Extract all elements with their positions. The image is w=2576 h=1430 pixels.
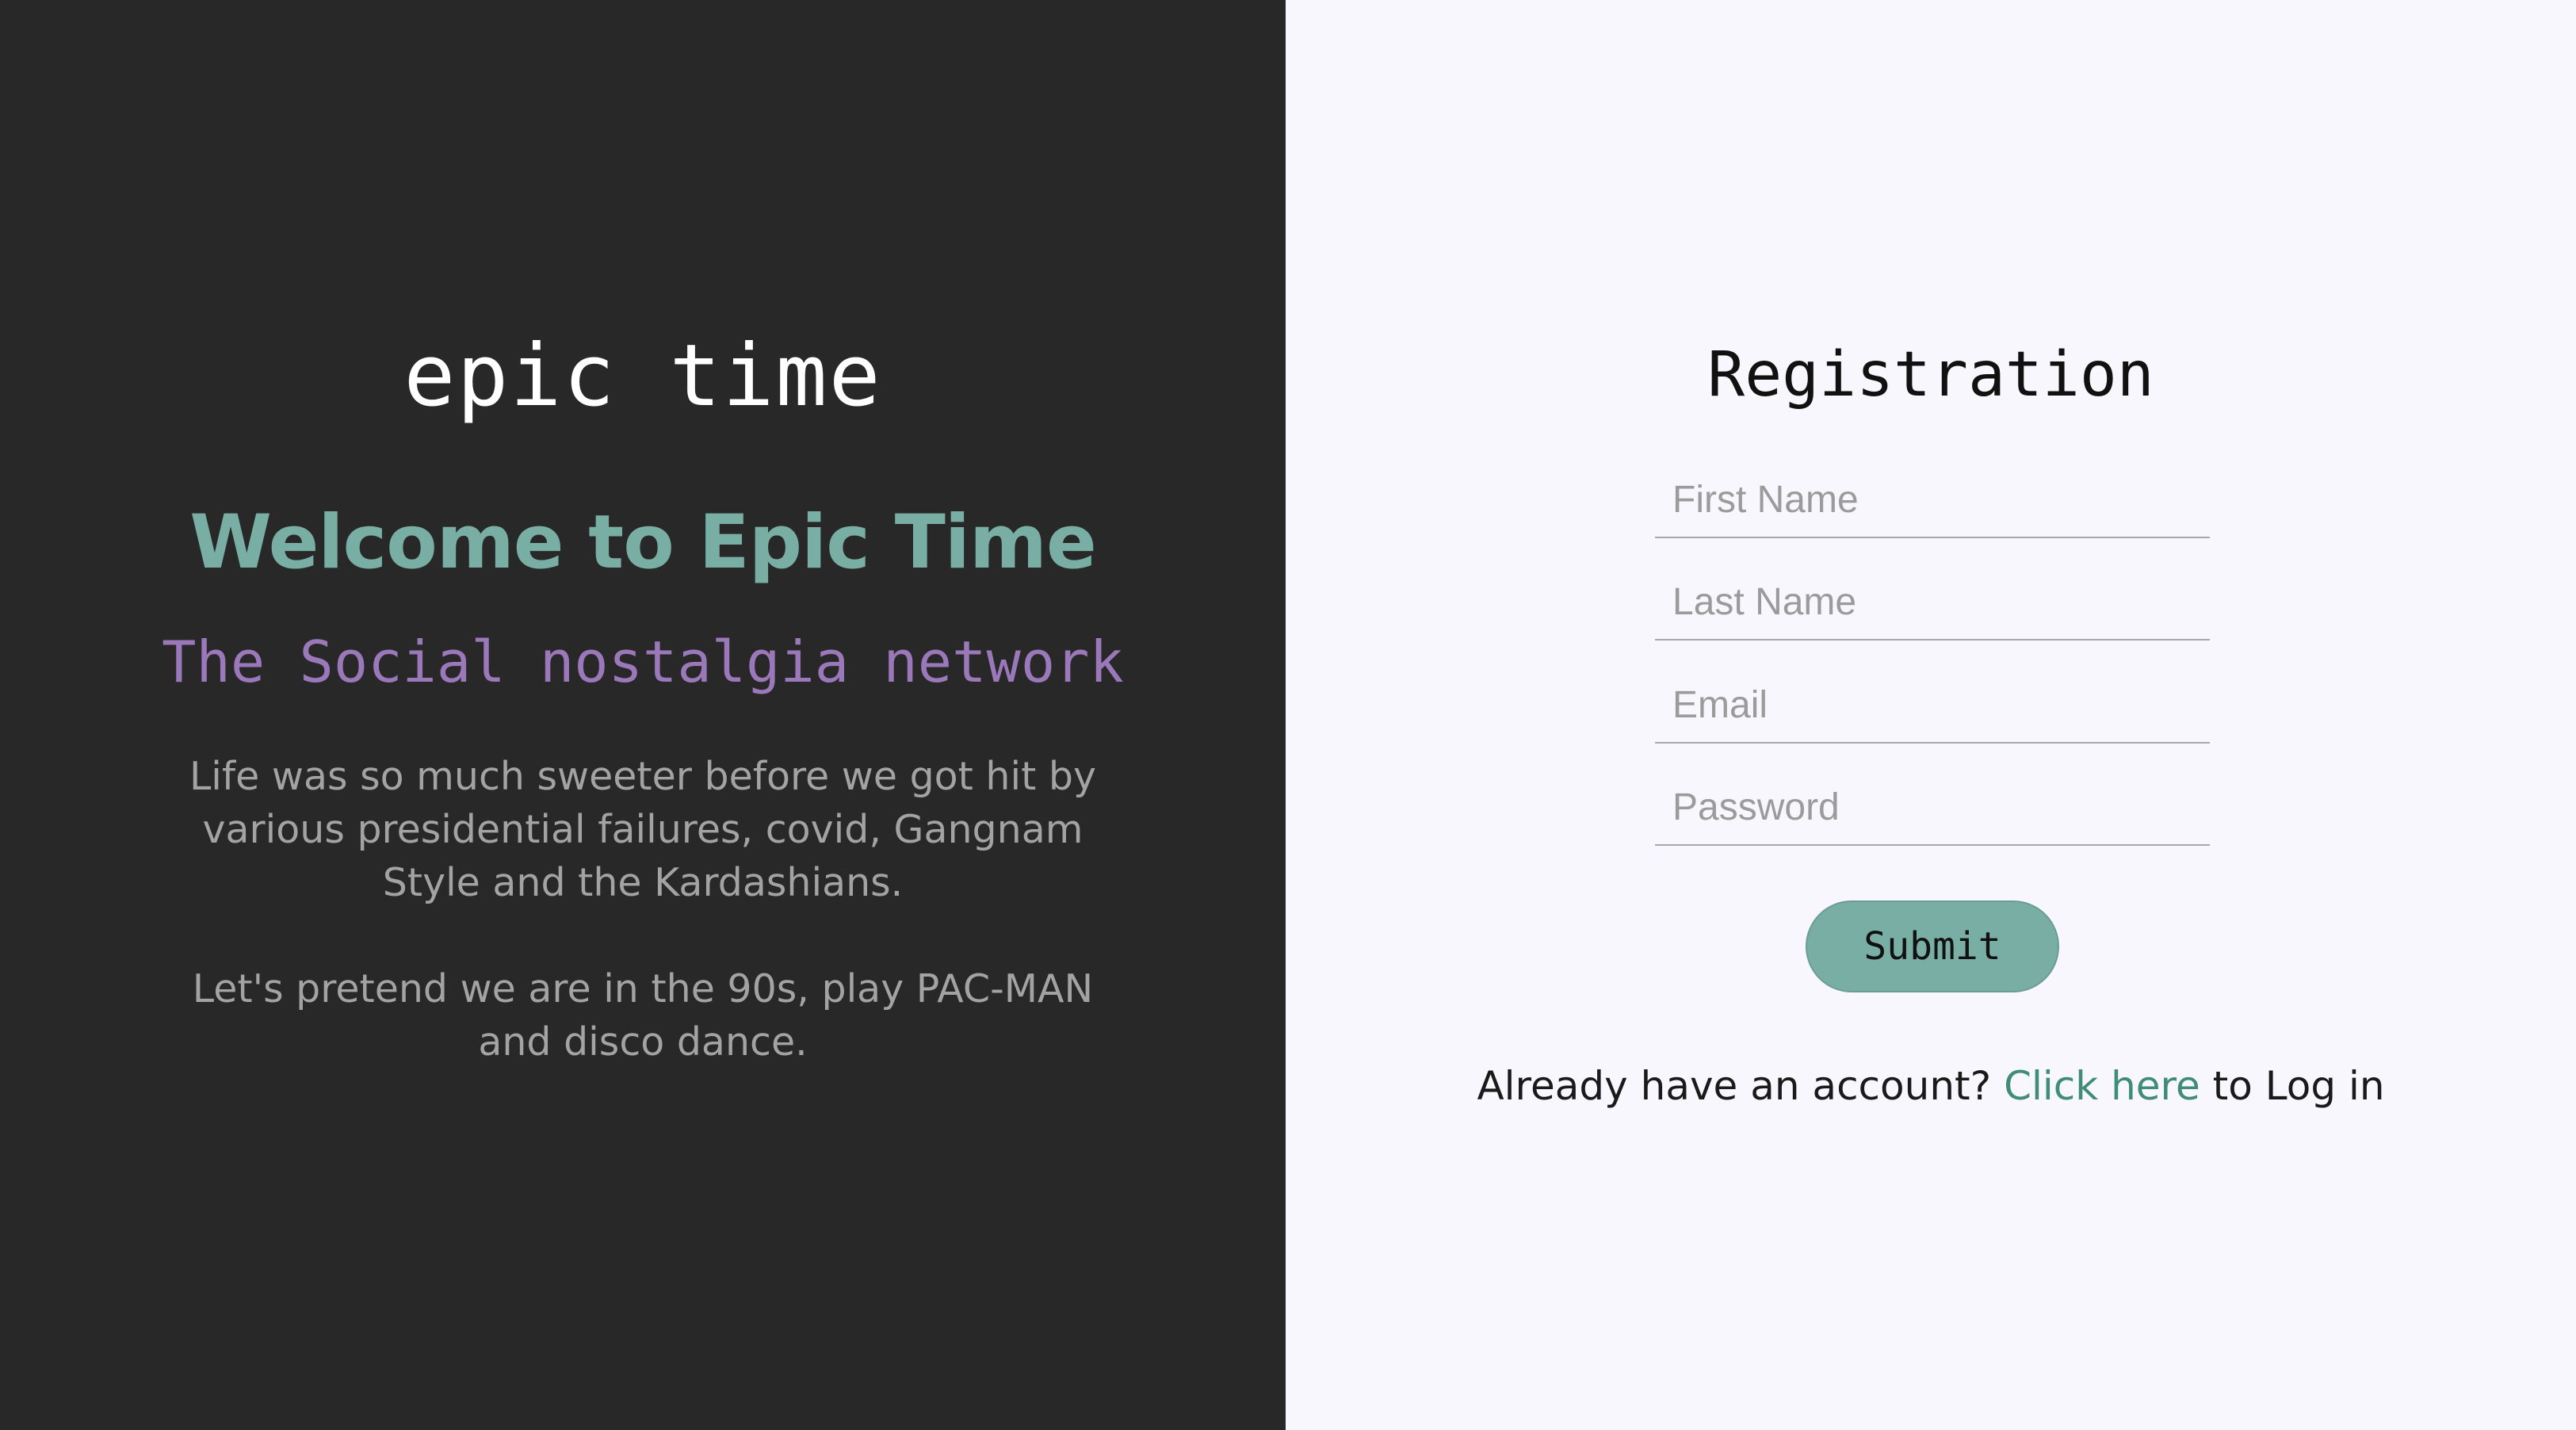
password-input[interactable]: [1655, 770, 2210, 846]
description-paragraph-1: Life was so much sweeter before we got h…: [189, 754, 1096, 905]
description-paragraph-2: Let's pretend we are in the 90s, play PA…: [192, 966, 1094, 1065]
first-name-input[interactable]: [1655, 462, 2210, 538]
tagline: The Social nostalgia network: [162, 629, 1124, 695]
login-prompt: Already have an account? Click here to L…: [1286, 1054, 2576, 1118]
epic-time-logo: epic time: [403, 327, 882, 426]
welcome-heading: Welcome to Epic Time: [189, 499, 1096, 586]
login-link[interactable]: Click here: [2004, 1063, 2200, 1109]
registration-panel: Registration Submit Already have an acco…: [1286, 0, 2576, 1430]
last-name-input[interactable]: [1655, 564, 2210, 640]
login-prompt-suffix: to Log in: [2200, 1063, 2385, 1109]
login-prompt-prefix: Already have an account?: [1477, 1063, 2005, 1109]
registration-title: Registration: [1707, 339, 2154, 411]
submit-button[interactable]: Submit: [1806, 900, 2059, 992]
email-input[interactable]: [1655, 667, 2210, 744]
welcome-panel: epic time Welcome to Epic Time The Socia…: [0, 0, 1286, 1430]
